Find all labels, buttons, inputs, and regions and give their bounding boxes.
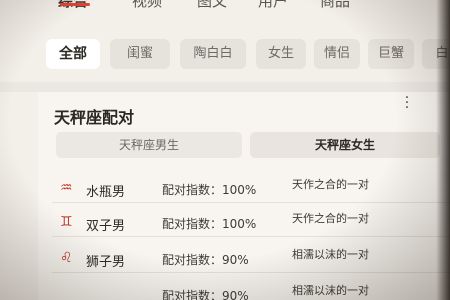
device-bezel-edge [436,0,450,300]
match-description: 天作之合的一对 [292,178,369,191]
more-vertical-icon[interactable]: · · · [404,91,410,115]
tab-products[interactable]: 商品 [320,0,350,11]
top-tab-bar: 综合 视频 图文 用户 商品 [0,0,450,12]
match-sign-name: 双子男 [86,219,126,234]
match-row[interactable]: ♊ 双子男 配对指数：100% 天作之合的一对 [38,208,450,238]
match-score: 配对指数：90% [162,253,249,267]
match-score: 配对指数：100% [162,183,257,197]
tab-video[interactable]: 视频 [132,0,162,11]
match-row[interactable]: 配对指数：90% 相濡以沫的一对 [38,280,450,300]
row-divider [52,236,450,237]
filter-chip-cancer[interactable]: 巨蟹 [368,39,414,69]
leo-icon: ♌ [60,250,73,266]
gemini-icon: ♊ [60,214,73,230]
match-description: 相濡以沫的一对 [292,284,369,297]
match-description: 天作之合的一对 [292,212,369,225]
tab-image-text[interactable]: 图文 [197,0,227,11]
filter-chip-all[interactable]: 全部 [46,39,100,69]
active-tab-indicator [60,3,90,6]
match-description: 相濡以沫的一对 [292,248,369,261]
aquarius-icon: ♒ [60,180,73,196]
tab-users[interactable]: 用户 [258,0,288,11]
segment-libra-female[interactable]: 天秤座女生 [250,132,440,158]
phone-screen: 综合 视频 图文 用户 商品 全部 闺蜜 陶白白 女生 情侣 巨蟹 白 天秤座配… [0,0,450,300]
row-divider [52,272,450,273]
section-divider [0,82,450,92]
match-sign-name: 水瓶男 [86,185,126,200]
libra-match-card: 天秤座配对 · · · 天秤座男生 天秤座女生 ♒ 水瓶男 配对指数：100% 天作… [38,91,450,300]
match-score: 配对指数：90% [162,289,249,300]
filter-chip-girls[interactable]: 女生 [256,39,306,69]
match-score: 配对指数：100% [162,217,257,231]
filter-chip-couple[interactable]: 情侣 [314,39,360,69]
match-row[interactable]: ♌ 狮子男 配对指数：90% 相濡以沫的一对 [38,244,450,274]
filter-chip-taobaibai[interactable]: 陶白白 [180,39,246,69]
row-divider [52,202,450,203]
filter-chip-row: 全部 闺蜜 陶白白 女生 情侣 巨蟹 白 [0,36,450,76]
segment-libra-male[interactable]: 天秤座男生 [56,132,242,158]
match-row[interactable]: ♒ 水瓶男 配对指数：100% 天作之合的一对 [38,174,450,204]
card-title: 天秤座配对 [54,108,135,127]
match-sign-name: 狮子男 [86,255,126,270]
filter-chip-bestie[interactable]: 闺蜜 [110,39,170,69]
